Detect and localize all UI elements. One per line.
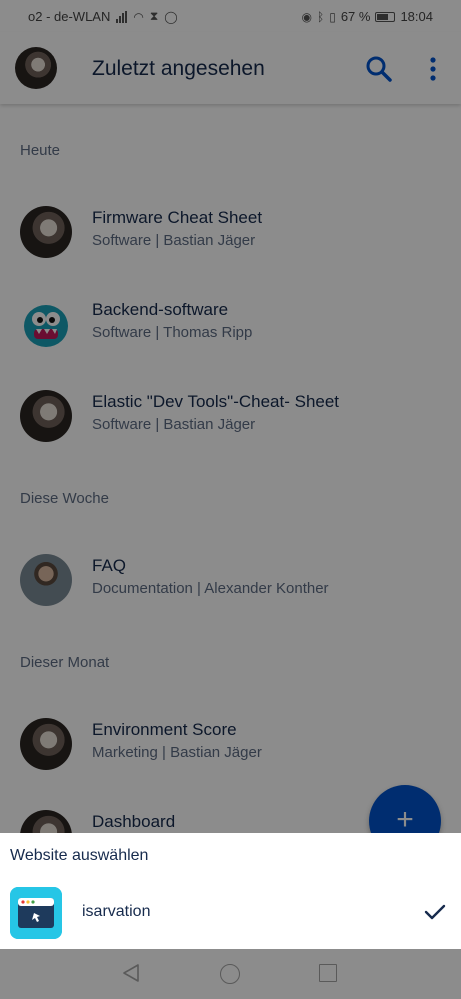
sheet-title: Website auswählen: [10, 847, 149, 864]
back-icon[interactable]: [120, 962, 142, 984]
site-logo-icon: [10, 887, 62, 939]
check-icon: [424, 904, 446, 920]
site-option[interactable]: isarvation: [0, 885, 461, 941]
recents-icon[interactable]: [319, 964, 337, 982]
bottom-sheet: Website auswählen isarvation: [0, 833, 461, 949]
home-icon[interactable]: [220, 964, 240, 984]
modal-scrim[interactable]: [0, 0, 461, 833]
system-nav-bar: [0, 949, 461, 999]
app-screen: o2 - de-WLAN ◠ ⧗ ◯ ◉ ᛒ ▯ 67 % 18:04 Zule…: [0, 0, 461, 833]
site-name: isarvation: [82, 903, 151, 920]
